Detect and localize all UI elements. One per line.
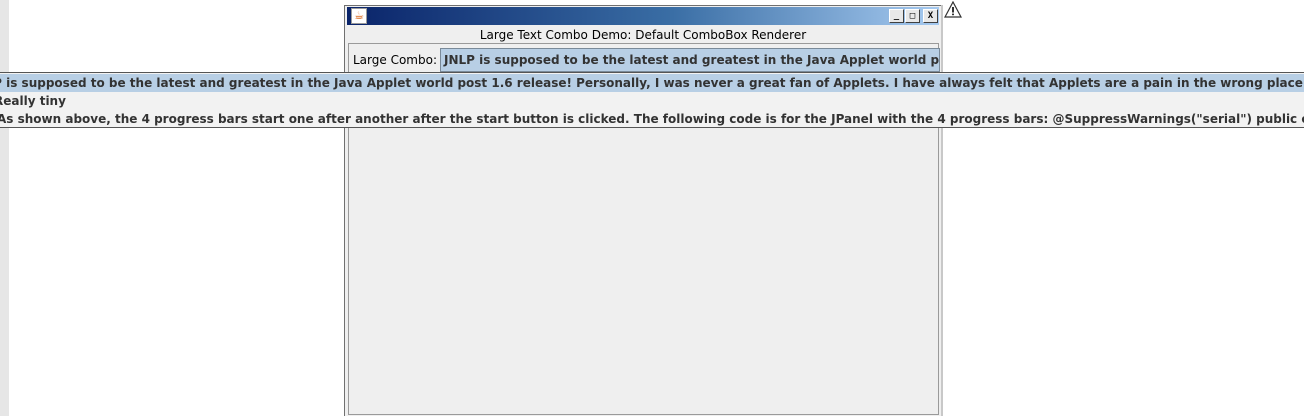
warning-icon bbox=[944, 1, 962, 18]
left-edge-strip bbox=[0, 0, 9, 416]
window-title-bar[interactable]: ☕ _ □ X bbox=[347, 7, 939, 25]
combo-popup-list[interactable]: JNLP is supposed to be the latest and gr… bbox=[0, 72, 1304, 128]
list-item[interactable]: Really tiny bbox=[0, 92, 1304, 110]
window-right-border bbox=[941, 5, 943, 416]
combo-label: Large Combo: bbox=[353, 53, 437, 67]
java-cup-icon[interactable]: ☕ bbox=[351, 8, 367, 24]
list-item[interactable]: JNLP is supposed to be the latest and gr… bbox=[0, 74, 1304, 92]
list-item[interactable]: As shown above, the 4 progress bars star… bbox=[0, 110, 1304, 127]
close-button[interactable]: X bbox=[923, 9, 938, 23]
app-window: ☕ _ □ X Large Text Combo Demo: Default C… bbox=[344, 5, 943, 416]
large-combo-box[interactable]: JNLP is supposed to be the latest and gr… bbox=[440, 48, 940, 72]
maximize-button[interactable]: □ bbox=[905, 9, 920, 23]
window-heading: Large Text Combo Demo: Default ComboBox … bbox=[479, 28, 807, 42]
minimize-button[interactable]: _ bbox=[889, 9, 904, 23]
